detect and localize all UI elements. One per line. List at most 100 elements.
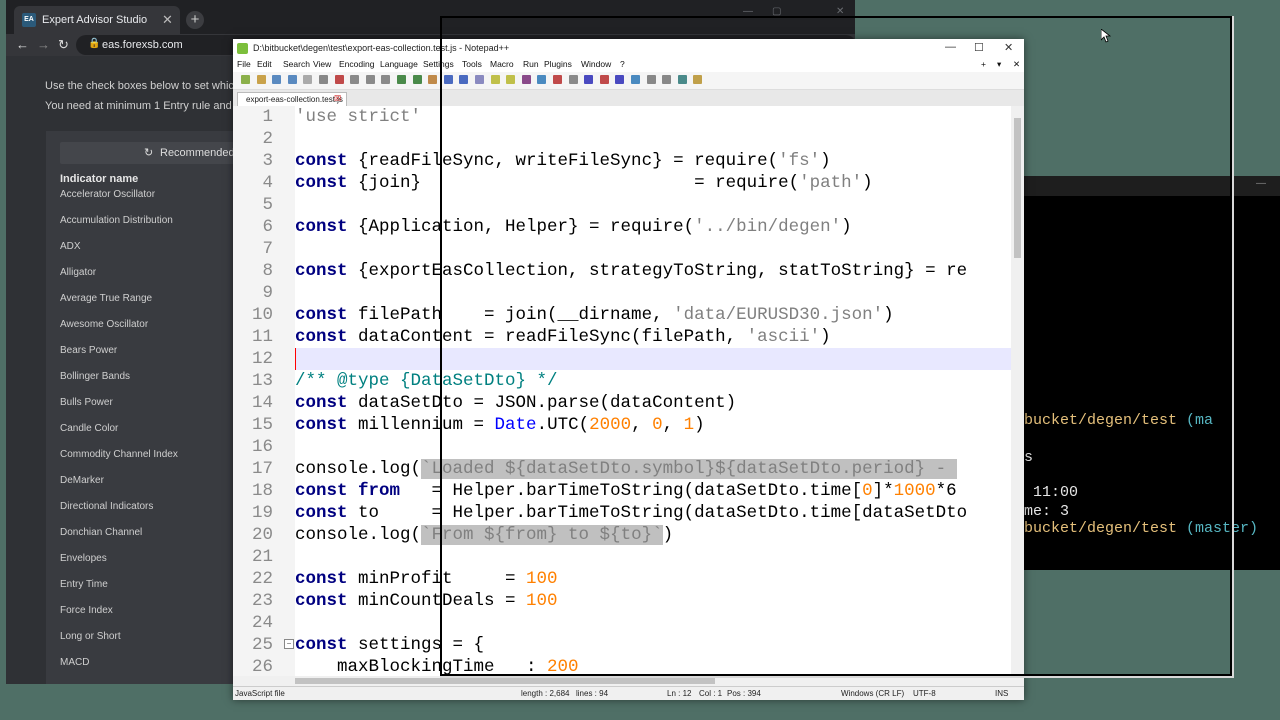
menu-encoding[interactable]: Encoding bbox=[339, 59, 374, 69]
status-encoding: UTF-8 bbox=[913, 689, 936, 698]
close-tab-icon[interactable]: ✕ bbox=[162, 12, 173, 28]
toolbar-icon[interactable] bbox=[334, 75, 344, 84]
line-number: 2 bbox=[262, 129, 273, 149]
line-number: 6 bbox=[262, 217, 273, 237]
reload-icon[interactable]: ↻ bbox=[58, 37, 69, 53]
indicator-item[interactable]: Alligator bbox=[60, 267, 96, 278]
new-tab-button[interactable]: + bbox=[186, 11, 204, 29]
status-eol: Windows (CR LF) bbox=[841, 689, 905, 698]
toolbar-icon[interactable] bbox=[272, 75, 282, 84]
line-number: 17 bbox=[251, 459, 273, 479]
indicator-item[interactable]: Envelopes bbox=[60, 553, 107, 564]
line-number: 10 bbox=[251, 305, 273, 325]
indicator-item[interactable]: ADX bbox=[60, 241, 81, 252]
line-number: 13 bbox=[251, 371, 273, 391]
close-tab-icon[interactable]: ☒ bbox=[334, 94, 341, 103]
line-number: 15 bbox=[251, 415, 273, 435]
indicator-item[interactable]: Entry Time bbox=[60, 579, 108, 590]
toolbar-icon[interactable] bbox=[303, 75, 313, 84]
indicator-item[interactable]: Donchian Channel bbox=[60, 527, 142, 538]
status-line-number: Ln : 12 bbox=[667, 689, 692, 698]
toolbar-icon[interactable] bbox=[365, 75, 375, 84]
line-number: 23 bbox=[251, 591, 273, 611]
line-number-gutter: 1 2 3 4 5 6 7 8 9 10 11 12 13 14 15 16 17 18 19 20 21 22 23 24 2… bbox=[233, 106, 283, 677]
forward-icon[interactable]: → bbox=[37, 37, 50, 52]
npp-status-bar: JavaScript file length : 2,684 lines : 9… bbox=[233, 686, 1024, 700]
document-tab[interactable]: export-eas-collection.test.js ☒ bbox=[237, 92, 347, 107]
line-number: 7 bbox=[262, 239, 273, 259]
indicator-item[interactable]: Accelerator Oscillator bbox=[60, 189, 155, 200]
line-number: 1 bbox=[262, 107, 273, 127]
code-line-1: 'use strict' bbox=[295, 107, 422, 127]
line-number: 24 bbox=[251, 613, 273, 633]
url-text: eas.forexsb.com bbox=[102, 39, 183, 51]
indicator-item[interactable]: Bollinger Bands bbox=[60, 371, 130, 382]
indicator-item[interactable]: DeMarker bbox=[60, 475, 104, 486]
line-number: 11 bbox=[251, 327, 273, 347]
menu-search[interactable]: Search bbox=[283, 59, 310, 69]
browser-tab-title: Expert Advisor Studio bbox=[42, 14, 148, 26]
menu-view[interactable]: View bbox=[313, 59, 331, 69]
recommended-button[interactable]: ↻ Recommended bbox=[60, 142, 246, 164]
indicators-panel: ↻ Recommended Indicator name Accelerator… bbox=[46, 131, 246, 684]
status-position: Pos : 394 bbox=[727, 689, 761, 698]
toolbar-icon[interactable] bbox=[319, 75, 328, 84]
line-number: 26 bbox=[251, 657, 273, 677]
toolbar-icon[interactable] bbox=[412, 75, 422, 84]
line-number: 19 bbox=[251, 503, 273, 523]
status-language: JavaScript file bbox=[235, 689, 285, 698]
status-insert-mode: INS bbox=[995, 689, 1009, 698]
browser-tab[interactable]: EA Expert Advisor Studio ✕ bbox=[14, 6, 180, 34]
text-caret bbox=[295, 348, 296, 370]
fold-toggle-icon[interactable]: − bbox=[284, 639, 294, 649]
horizontal-scroll-thumb[interactable] bbox=[295, 678, 715, 684]
lock-icon: 🔒 bbox=[88, 38, 101, 49]
line-number: 18 bbox=[251, 481, 273, 501]
toolbar-icon[interactable] bbox=[381, 75, 391, 84]
status-lines: lines : 94 bbox=[576, 689, 609, 698]
recommended-label: Recommended bbox=[160, 147, 235, 159]
minimize-icon[interactable]: — bbox=[1256, 178, 1266, 189]
indicator-item[interactable]: Candle Color bbox=[60, 423, 118, 434]
line-number: 21 bbox=[251, 547, 273, 567]
indicator-item[interactable]: Awesome Oscillator bbox=[60, 319, 148, 330]
line-number: 12 bbox=[251, 349, 273, 369]
line-number: 16 bbox=[251, 437, 273, 457]
line-number: 20 bbox=[251, 525, 273, 545]
menu-edit[interactable]: Edit bbox=[257, 59, 272, 69]
toolbar-icon[interactable] bbox=[350, 75, 360, 84]
toolbar-icon[interactable] bbox=[256, 75, 266, 84]
line-number: 22 bbox=[251, 569, 273, 589]
notepadpp-app-icon bbox=[237, 43, 248, 54]
mouse-pointer-icon bbox=[1101, 29, 1111, 43]
indicator-item[interactable]: Accumulation Distribution bbox=[60, 215, 173, 226]
indicator-item[interactable]: Bulls Power bbox=[60, 397, 113, 408]
indicator-item[interactable]: Long or Short bbox=[60, 631, 121, 642]
status-length: length : 2,684 bbox=[521, 689, 570, 698]
line-number: 14 bbox=[251, 393, 273, 413]
toolbar-icon[interactable] bbox=[287, 75, 297, 84]
indicator-item[interactable]: Force Index bbox=[60, 605, 113, 616]
refresh-icon: ↻ bbox=[144, 147, 154, 159]
intro-text-2: You need at minimum 1 Entry rule and 1 E… bbox=[45, 100, 263, 112]
line-number: 25 bbox=[251, 635, 273, 655]
back-icon[interactable]: ← bbox=[16, 37, 29, 52]
fold-margin: − bbox=[283, 106, 295, 676]
site-favicon: EA bbox=[22, 13, 36, 27]
indicator-item[interactable]: Commodity Channel Index bbox=[60, 449, 178, 460]
toolbar-icon[interactable] bbox=[241, 75, 250, 84]
indicator-item[interactable]: Bears Power bbox=[60, 345, 117, 356]
toolbar-icon[interactable] bbox=[428, 75, 438, 84]
line-number: 5 bbox=[262, 195, 273, 215]
menu-language[interactable]: Language bbox=[380, 59, 418, 69]
line-number: 4 bbox=[262, 173, 273, 193]
indicator-item[interactable]: MACD bbox=[60, 657, 89, 668]
line-number: 8 bbox=[262, 261, 273, 281]
indicator-item[interactable]: Average True Range bbox=[60, 293, 152, 304]
document-tab-label: export-eas-collection.test.js bbox=[246, 95, 343, 104]
status-column: Col : 1 bbox=[699, 689, 723, 698]
toolbar-icon[interactable] bbox=[397, 75, 406, 84]
menu-file[interactable]: File bbox=[237, 59, 251, 69]
line-number: 3 bbox=[262, 151, 273, 171]
indicator-item[interactable]: Directional Indicators bbox=[60, 501, 153, 512]
